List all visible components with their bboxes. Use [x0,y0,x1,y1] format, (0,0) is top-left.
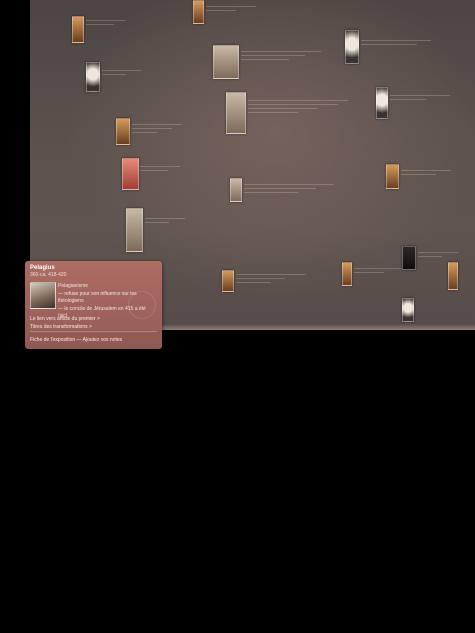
portrait-thumbnail[interactable] [122,158,139,190]
portrait-thumbnail[interactable] [72,16,84,43]
portrait-thumbnail[interactable] [226,92,246,134]
popup-link-notes[interactable]: Fiche de l'exposition — Ajoutez vos note… [30,337,122,344]
node-text-lines [206,6,256,14]
node-text-lines [390,95,450,103]
portrait-thumbnail[interactable] [193,0,204,24]
popup-watermark [128,291,156,319]
node-text-lines [86,20,126,28]
node-text-lines [132,124,182,136]
node-text-lines [361,40,431,48]
node-text-lines [236,274,306,286]
popup-portrait [30,282,56,309]
info-popup[interactable]: Pelagius 360-ca. 418-420 Pelagianisme — … [25,261,162,349]
portrait-thumbnail[interactable] [376,87,388,119]
node-text-lines [102,70,142,78]
portrait-thumbnail[interactable] [230,178,242,202]
portrait-thumbnail[interactable] [222,270,234,292]
node-text-lines [401,170,451,178]
portrait-thumbnail[interactable] [126,208,143,252]
popup-link-transformations[interactable]: Titres des transformations > [30,324,92,331]
portrait-thumbnail[interactable] [448,262,458,290]
node-text-lines [418,252,458,260]
popup-divider [30,331,157,332]
popup-description-line: Pelagianisme [58,283,89,289]
popup-dates: 360-ca. 418-420 [30,272,67,278]
portrait-thumbnail[interactable] [402,246,416,270]
node-text-lines [244,184,334,196]
node-text-lines [248,100,348,116]
popup-link-article[interactable]: Le lien vers article du premier > [30,316,100,323]
portrait-thumbnail[interactable] [345,30,359,64]
portrait-thumbnail[interactable] [342,262,352,286]
node-text-lines [241,51,321,63]
portrait-thumbnail[interactable] [86,62,100,92]
portrait-thumbnail[interactable] [386,164,399,189]
node-text-lines [140,166,180,174]
portrait-thumbnail[interactable] [213,45,239,79]
portrait-thumbnail[interactable] [402,298,414,322]
popup-title: Pelagius [30,265,55,271]
portrait-thumbnail[interactable] [116,118,130,145]
node-text-lines [145,218,185,226]
node-text-lines [354,268,404,276]
